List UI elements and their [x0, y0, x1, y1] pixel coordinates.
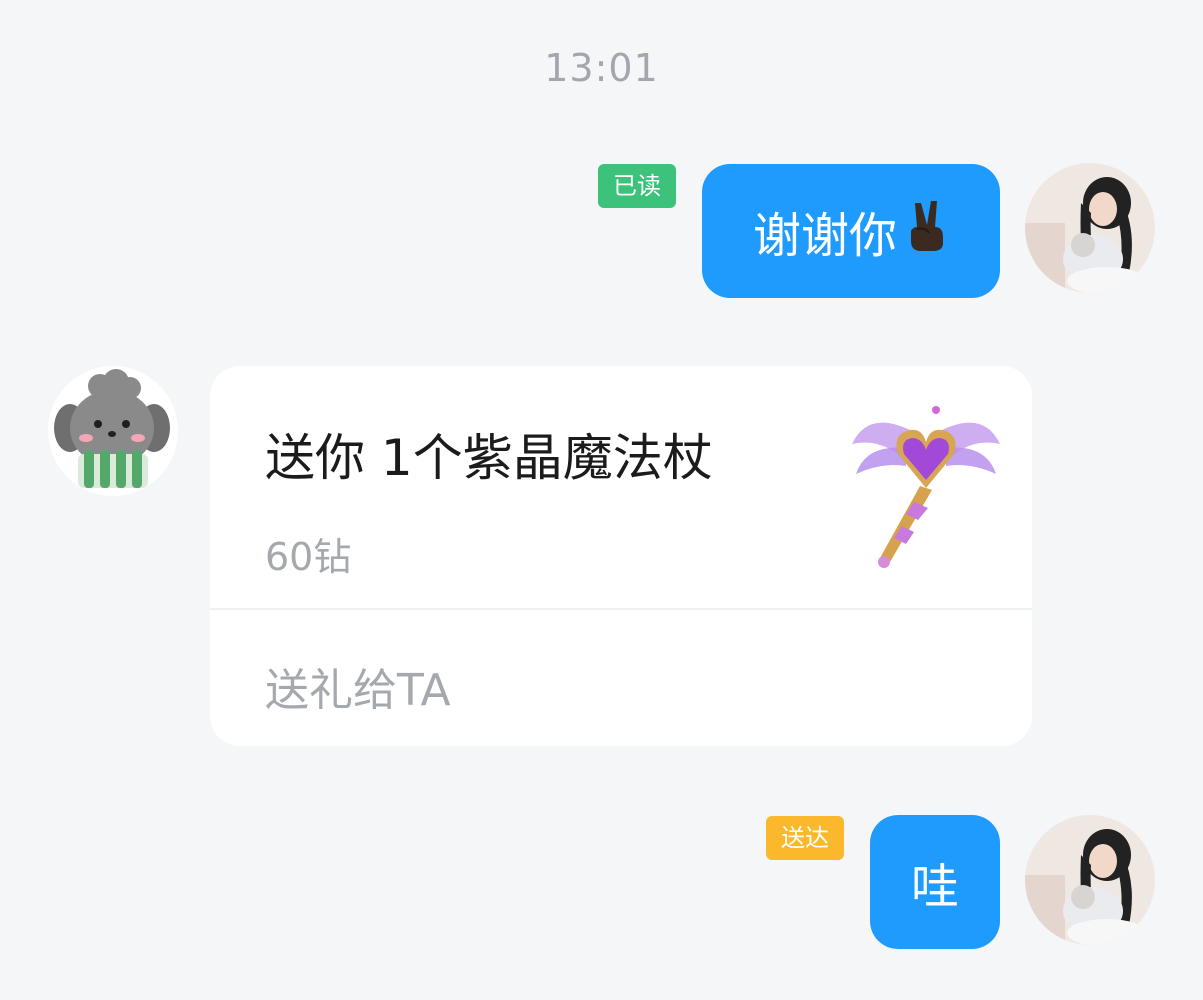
message-timestamp: 13:01 — [544, 46, 659, 90]
read-status-badge: 已读 — [598, 164, 676, 208]
user-photo-avatar-icon — [1025, 815, 1155, 945]
delivered-status-badge: 送达 — [766, 816, 844, 860]
my-avatar[interactable] — [1025, 163, 1155, 293]
outgoing-message-bubble[interactable]: 谢谢你 — [702, 164, 1000, 298]
gift-title: 送你 1个紫晶魔法杖 — [265, 429, 713, 487]
user-photo-avatar-icon — [1025, 163, 1155, 293]
message-text: 谢谢你 — [752, 208, 897, 264]
message-text: 哇 — [910, 859, 959, 915]
card-divider — [210, 608, 1032, 610]
victory-hand-emoji — [905, 197, 949, 265]
outgoing-message-bubble[interactable]: 哇 — [870, 815, 1000, 949]
my-avatar[interactable] — [1025, 815, 1155, 945]
contact-avatar[interactable] — [48, 366, 178, 496]
gift-price: 60钻 — [265, 535, 352, 579]
cartoon-dog-avatar-icon — [48, 366, 178, 496]
gift-message-card[interactable]: 送你 1个紫晶魔法杖 60钻 送礼给TA — [210, 366, 1032, 746]
send-gift-link[interactable]: 送礼给TA — [265, 654, 451, 718]
magic-wand-gift-icon — [848, 404, 1004, 570]
